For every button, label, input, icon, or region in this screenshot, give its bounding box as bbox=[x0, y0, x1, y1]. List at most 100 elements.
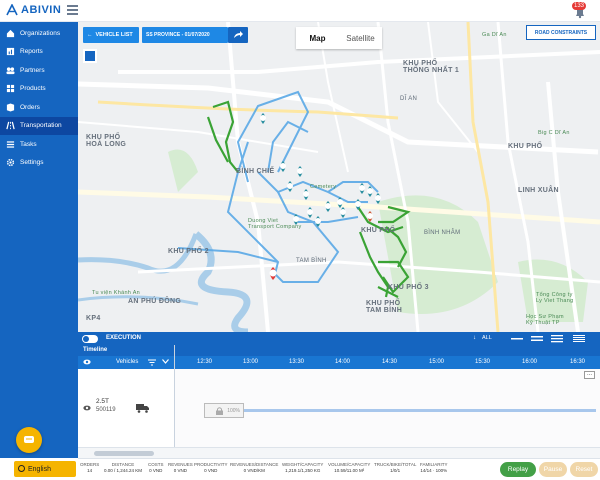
timeline-tick: 14:30 bbox=[382, 359, 398, 365]
map-type-map-button[interactable]: Map bbox=[296, 27, 339, 49]
sidebar-item-label: Orders bbox=[20, 103, 40, 111]
map-label-binh-nham: BÌNH NHÂM bbox=[424, 230, 461, 236]
map-label-ga-di-an: Ga Dĩ An bbox=[482, 32, 507, 38]
filter-icon[interactable] bbox=[148, 359, 156, 366]
metric-familiarity: FAMILIARITY 14/14 · 100% bbox=[420, 462, 448, 474]
timeline-tick: 16:00 bbox=[522, 359, 538, 365]
eye-icon[interactable] bbox=[83, 359, 91, 365]
sidebar-item-transportation[interactable]: Transportation bbox=[0, 116, 78, 135]
truck-icon bbox=[136, 404, 149, 413]
metric-value: 14 bbox=[87, 468, 93, 473]
execution-bar: EXECUTION ↓ ALL bbox=[78, 332, 600, 345]
vehicle-capacity: 2.5T bbox=[96, 398, 110, 405]
road-constraints-button[interactable]: ROAD CONSTRAINTS bbox=[526, 25, 596, 40]
route-progress-bar[interactable] bbox=[244, 409, 596, 412]
chat-icon bbox=[24, 436, 34, 443]
map-label-khu-pho-2b: KHU PHỐ bbox=[361, 227, 396, 234]
metric-label: REVENUES/DISTANCE bbox=[230, 462, 279, 467]
route-map[interactable]: KHU PHỐ THỐNG NHẤT 1 KHU PHỐ HOÀ LONG BÌNH… bbox=[78, 22, 600, 332]
report-icon bbox=[6, 48, 15, 56]
sidebar-item-reports[interactable]: Reports bbox=[0, 43, 78, 62]
vehicle-list-button[interactable]: ← VEHICLE LIST bbox=[83, 27, 139, 43]
brand-logo[interactable]: ABIVIN bbox=[6, 4, 61, 16]
pause-button[interactable]: Pause bbox=[539, 462, 567, 477]
lock-icon bbox=[216, 407, 223, 415]
metric-revenues-distance: REVENUES/DISTANCE 0 VND/KM bbox=[230, 462, 278, 474]
map-label-khu-pho-3: KHU PHỐ 3 bbox=[388, 284, 429, 291]
filter-all-label[interactable]: ALL bbox=[482, 335, 492, 341]
language-selector[interactable]: English bbox=[14, 461, 76, 477]
sidebar-item-settings[interactable]: Settings bbox=[0, 154, 78, 173]
sidebar-item-label: Partners bbox=[20, 66, 45, 74]
map-label-kp4: KP4 bbox=[86, 315, 101, 322]
metric-value: 0 VND/KM bbox=[243, 468, 265, 473]
metric-value: 0 VND bbox=[149, 468, 163, 473]
metric-volume-capacity: VOLUME/CAPACITY 10.59/11.00 M³ bbox=[328, 462, 370, 474]
vehicle-list-label: VEHICLE LIST bbox=[95, 32, 133, 38]
sidebar-item-label: Products bbox=[20, 85, 46, 93]
share-button[interactable] bbox=[228, 27, 248, 43]
more-options-button[interactable]: ... bbox=[584, 371, 595, 379]
scrollbar-thumb[interactable] bbox=[94, 451, 154, 456]
route-block[interactable]: 100% bbox=[204, 403, 244, 418]
view-list-icon[interactable] bbox=[572, 334, 586, 343]
map-label-big-c: Big C Dĩ An bbox=[538, 130, 570, 136]
map-label-tam-binh: KHU PHỐ TAM BÌNH bbox=[366, 300, 403, 314]
map-type-switch: Map Satellite bbox=[296, 27, 382, 49]
vehicle-row[interactable]: 2.5T 500119 bbox=[78, 369, 174, 447]
road-icon bbox=[6, 121, 15, 130]
sidebar-item-organizations[interactable]: Organizations bbox=[0, 24, 78, 43]
replay-button[interactable]: Replay bbox=[500, 462, 536, 477]
metric-label: TRUCK/BIKE/TOTAL bbox=[374, 462, 417, 467]
reset-button[interactable]: Reset bbox=[570, 462, 598, 477]
metric-costs: COSTS 0 VND bbox=[148, 462, 164, 474]
map-label-khu-pho-2: KHU PHỐ 2 bbox=[168, 248, 209, 255]
map-type-satellite-button[interactable]: Satellite bbox=[339, 27, 382, 49]
view-single-icon[interactable] bbox=[510, 334, 524, 343]
arrow-left-icon: ← bbox=[87, 32, 93, 38]
metric-value: 1,219.1/1,250 KG bbox=[285, 468, 321, 473]
sidebar-item-tasks[interactable]: Tasks bbox=[0, 135, 78, 154]
timeline-tick: 13:00 bbox=[243, 359, 259, 365]
timeline-tick: 15:30 bbox=[475, 359, 491, 365]
metric-revenues: REVENUES 0 VND bbox=[168, 462, 193, 474]
timeline-header: Timeline bbox=[78, 345, 600, 356]
chat-help-button[interactable] bbox=[16, 427, 42, 453]
sidebar-item-label: Settings bbox=[20, 159, 44, 167]
map-label-duong-viet: Duong Viet Transport Company bbox=[248, 218, 302, 230]
tasks-icon bbox=[6, 141, 15, 148]
timeline-scrollbar[interactable] bbox=[78, 447, 600, 458]
execution-toggle[interactable] bbox=[82, 334, 98, 343]
menu-toggle-icon[interactable] bbox=[67, 5, 78, 15]
view-double-icon[interactable] bbox=[530, 334, 544, 343]
map-label-thong-nhat: KHU PHỐ THỐNG NHẤT 1 bbox=[403, 60, 460, 74]
partners-icon bbox=[6, 67, 15, 74]
metric-distance: DISTANCE 0.00 / 1,244.24 KM bbox=[104, 462, 142, 474]
chevron-down-icon[interactable] bbox=[162, 359, 169, 364]
sidebar-item-label: Organizations bbox=[20, 29, 61, 37]
eye-icon[interactable] bbox=[83, 405, 91, 411]
sidebar-item-products[interactable]: Products bbox=[0, 80, 78, 99]
notification-count: 133 bbox=[572, 2, 587, 10]
timeline-tick: 15:00 bbox=[429, 359, 445, 365]
view-triple-icon[interactable] bbox=[550, 334, 564, 343]
province-date-button[interactable]: SS PROVINCE - 01/07/2020 bbox=[142, 27, 228, 43]
home-icon bbox=[6, 29, 15, 37]
products-icon bbox=[6, 85, 15, 93]
map-label-tu-vien: Tu viện Khánh An bbox=[92, 290, 141, 296]
globe-icon bbox=[18, 465, 25, 472]
metric-value: 0.00 / 1,244.24 KM bbox=[104, 468, 143, 473]
orders-icon bbox=[6, 103, 15, 112]
sidebar-item-partners[interactable]: Partners bbox=[0, 61, 78, 80]
vehicles-header: Vehicles 12:30 13:00 13:30 14:00 14:30 1… bbox=[78, 356, 600, 369]
sidebar-item-orders[interactable]: Orders bbox=[0, 98, 78, 117]
notification-bell[interactable]: 133 bbox=[572, 2, 588, 19]
layer-toggle-button[interactable] bbox=[83, 49, 97, 63]
metric-label: REVENUES bbox=[168, 462, 193, 467]
route-pins bbox=[260, 113, 381, 280]
metric-value: 0 VND bbox=[204, 468, 218, 473]
metric-weight-capacity: WEIGHT/CAPACITY 1,219.1/1,250 KG bbox=[282, 462, 323, 474]
map-canvas[interactable] bbox=[78, 22, 600, 332]
arrow-down-icon[interactable]: ↓ bbox=[473, 335, 476, 341]
share-icon bbox=[234, 31, 243, 38]
